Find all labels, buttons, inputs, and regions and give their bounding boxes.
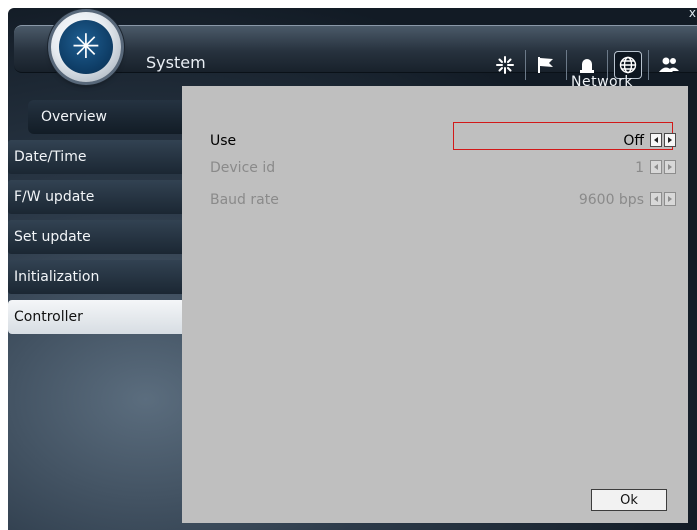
arrow-left-icon	[654, 164, 658, 170]
system-window: x System ✳ Network Overview Date/Time F/…	[8, 8, 697, 530]
setting-row-baud-rate: Baud rate 9600 bps	[182, 186, 688, 214]
setting-label: Device id	[210, 160, 276, 176]
toolbar-button-flag[interactable]	[525, 50, 566, 80]
setting-label: Use	[210, 133, 237, 149]
sidebar-item-fw-update[interactable]: F/W update	[8, 180, 190, 214]
setting-value: Off	[623, 133, 644, 149]
sidebar-item-overview[interactable]: Overview	[28, 100, 192, 134]
value-stepper	[650, 160, 676, 174]
sidebar-item-label: Set update	[14, 229, 91, 245]
sidebar-item-label: Overview	[41, 109, 107, 125]
increment-button[interactable]	[664, 133, 676, 147]
sidebar-item-label: Date/Time	[14, 149, 87, 165]
setting-row-device-id: Device id 1	[182, 154, 688, 182]
sidebar-item-date-time[interactable]: Date/Time	[8, 140, 190, 174]
decrement-button[interactable]	[650, 192, 662, 206]
close-icon[interactable]: x	[689, 8, 696, 20]
sidebar-item-initialization[interactable]: Initialization	[8, 260, 190, 294]
spark-icon	[496, 56, 514, 74]
arrow-right-icon	[668, 137, 672, 143]
page-title: System	[146, 53, 206, 72]
value-stepper	[650, 133, 676, 147]
decrement-button[interactable]	[650, 133, 662, 147]
toolbar-button-users[interactable]	[648, 50, 689, 80]
settings-panel: Use Off Device id 1 Baud rate 9600 bps O…	[182, 86, 688, 523]
globe-icon	[619, 56, 637, 74]
sidebar-item-label: Controller	[14, 309, 83, 325]
increment-button[interactable]	[664, 160, 676, 174]
sidebar-item-label: F/W update	[14, 189, 95, 205]
flag-icon	[536, 56, 556, 74]
sidebar-item-controller[interactable]: Controller	[8, 300, 190, 334]
ok-button[interactable]: Ok	[591, 489, 667, 511]
sidebar: Overview Date/Time F/W update Set update…	[8, 100, 192, 340]
setting-label: Baud rate	[210, 192, 279, 208]
users-icon	[658, 56, 680, 74]
decrement-button[interactable]	[650, 160, 662, 174]
setting-row-use: Use Off	[182, 122, 688, 155]
arrow-left-icon	[654, 137, 658, 143]
arrow-left-icon	[654, 196, 658, 202]
arrow-right-icon	[668, 196, 672, 202]
increment-button[interactable]	[664, 192, 676, 206]
app-logo: ✳	[51, 12, 121, 82]
arrow-right-icon	[668, 164, 672, 170]
sidebar-item-set-update[interactable]: Set update	[8, 220, 190, 254]
sidebar-item-label: Initialization	[14, 269, 100, 285]
setting-value: 1	[635, 160, 644, 176]
alarm-icon	[578, 56, 596, 74]
value-stepper	[650, 192, 676, 206]
setting-value: 9600 bps	[578, 192, 644, 208]
toolbar-button-spark[interactable]	[485, 50, 525, 80]
logo-star-icon: ✳	[59, 20, 113, 74]
